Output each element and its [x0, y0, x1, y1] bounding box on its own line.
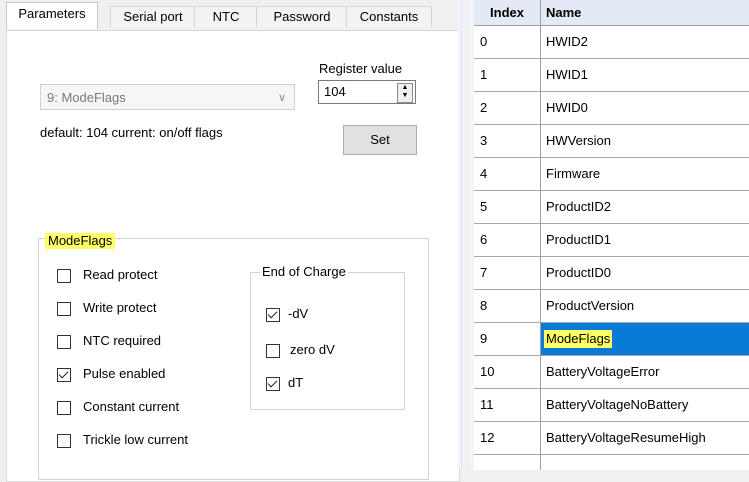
trickle-low-current-checkbox[interactable]	[57, 434, 71, 448]
ntc-required-checkbox[interactable]	[57, 335, 71, 349]
table-row[interactable]: 5 ProductID2	[474, 191, 749, 224]
table-row[interactable]: 1 HWID1	[474, 59, 749, 92]
table-row[interactable]: 3 HWVersion	[474, 125, 749, 158]
row-index: 11	[480, 397, 494, 412]
table-row[interactable]: 12 BatteryVoltageResumeHigh	[474, 422, 749, 455]
row-index: 8	[480, 298, 488, 313]
row-index: 6	[480, 232, 488, 247]
write-protect-label: Write protect	[83, 300, 157, 315]
column-divider	[540, 0, 541, 470]
row-name: Firmware	[546, 166, 601, 181]
row-name: ProductID0	[546, 265, 612, 280]
register-table: Index Name 0 HWID2 1 HWID1 2 HWID0 3 HWVersi…	[474, 0, 749, 470]
table-row[interactable]: 10 BatteryVoltageError	[474, 356, 749, 389]
end-of-charge-title: End of Charge	[260, 264, 348, 280]
row-name: BatteryVoltageNoBattery	[546, 397, 689, 412]
row-index: 7	[480, 265, 488, 280]
parameter-select-value: 9: ModeFlags	[47, 90, 126, 105]
table-row[interactable]: 6 ProductID1	[474, 224, 749, 257]
minus-dv-label: -dV	[288, 306, 309, 321]
row-index: 1	[480, 67, 488, 82]
tab-constants[interactable]: Constants	[346, 6, 432, 27]
row-index: 3	[480, 133, 488, 148]
row-index: 2	[480, 100, 488, 115]
zero-dv-checkbox[interactable]	[266, 344, 280, 358]
row-name: BatteryVoltageResumeHigh	[546, 430, 706, 445]
register-value-label: Register value	[319, 61, 403, 76]
spin-arrows-icon[interactable]: ▲ ▼	[397, 83, 413, 103]
row-index: 4	[480, 166, 488, 181]
row-index: 9	[480, 331, 488, 346]
tab-password[interactable]: Password	[256, 6, 348, 27]
parameter-select[interactable]: 9: ModeFlags ∨	[40, 84, 295, 110]
row-name: HWID2	[546, 34, 588, 49]
modeflags-group-title: ModeFlags	[45, 233, 116, 249]
row-name: BatteryVoltageError	[546, 364, 660, 379]
row-index: 0	[480, 34, 488, 49]
read-protect-checkbox[interactable]	[57, 269, 71, 283]
row-name: ProductID2	[546, 199, 612, 214]
row-index: 5	[480, 199, 488, 214]
table-row[interactable]: 8 ProductVersion	[474, 290, 749, 323]
tab-ntc[interactable]: NTC	[194, 6, 258, 27]
read-protect-label: Read protect	[83, 267, 158, 282]
tab-parameters[interactable]: Parameters	[6, 2, 98, 29]
ntc-required-label: NTC required	[83, 333, 162, 348]
column-header-name[interactable]: Name	[540, 0, 749, 26]
column-header-index[interactable]: Index	[474, 0, 540, 26]
chevron-down-icon: ∨	[277, 92, 286, 104]
dt-label: dT	[288, 375, 304, 390]
table-row[interactable]: 4 Firmware	[474, 158, 749, 191]
row-index: 12	[480, 430, 495, 445]
row-name: HWID1	[546, 67, 588, 82]
table-row[interactable]: 11 BatteryVoltageNoBattery	[474, 389, 749, 422]
minus-dv-checkbox[interactable]	[266, 308, 280, 322]
row-name: ProductVersion	[546, 298, 635, 313]
dt-checkbox[interactable]	[266, 377, 280, 391]
constant-current-checkbox[interactable]	[57, 401, 71, 415]
row-name: ModeFlags	[544, 330, 613, 348]
zero-dv-label: zero dV	[290, 342, 335, 357]
set-button[interactable]: Set	[343, 125, 417, 155]
trickle-low-current-label: Trickle low current	[83, 432, 188, 447]
register-value-input[interactable]: 104	[324, 84, 346, 99]
write-protect-checkbox[interactable]	[57, 302, 71, 316]
constant-current-label: Constant current	[83, 399, 180, 414]
register-value-stepper[interactable]: 104 ▲ ▼	[318, 80, 416, 104]
tab-serial-port[interactable]: Serial port	[110, 6, 196, 27]
pulse-enabled-label: Pulse enabled	[83, 366, 166, 381]
table-row[interactable]: 0 HWID2	[474, 26, 749, 59]
table-row-selected[interactable]: 9 ModeFlags	[474, 323, 749, 356]
row-index: 10	[480, 364, 495, 379]
row-name: HWID0	[546, 100, 588, 115]
table-row[interactable]: 7 ProductID0	[474, 257, 749, 290]
row-name: ProductID1	[546, 232, 612, 247]
row-name: HWVersion	[546, 133, 612, 148]
pulse-enabled-checkbox[interactable]	[57, 368, 71, 382]
default-info-text: default: 104 current: on/off flags	[40, 125, 223, 140]
table-row[interactable]: 2 HWID0	[474, 92, 749, 125]
